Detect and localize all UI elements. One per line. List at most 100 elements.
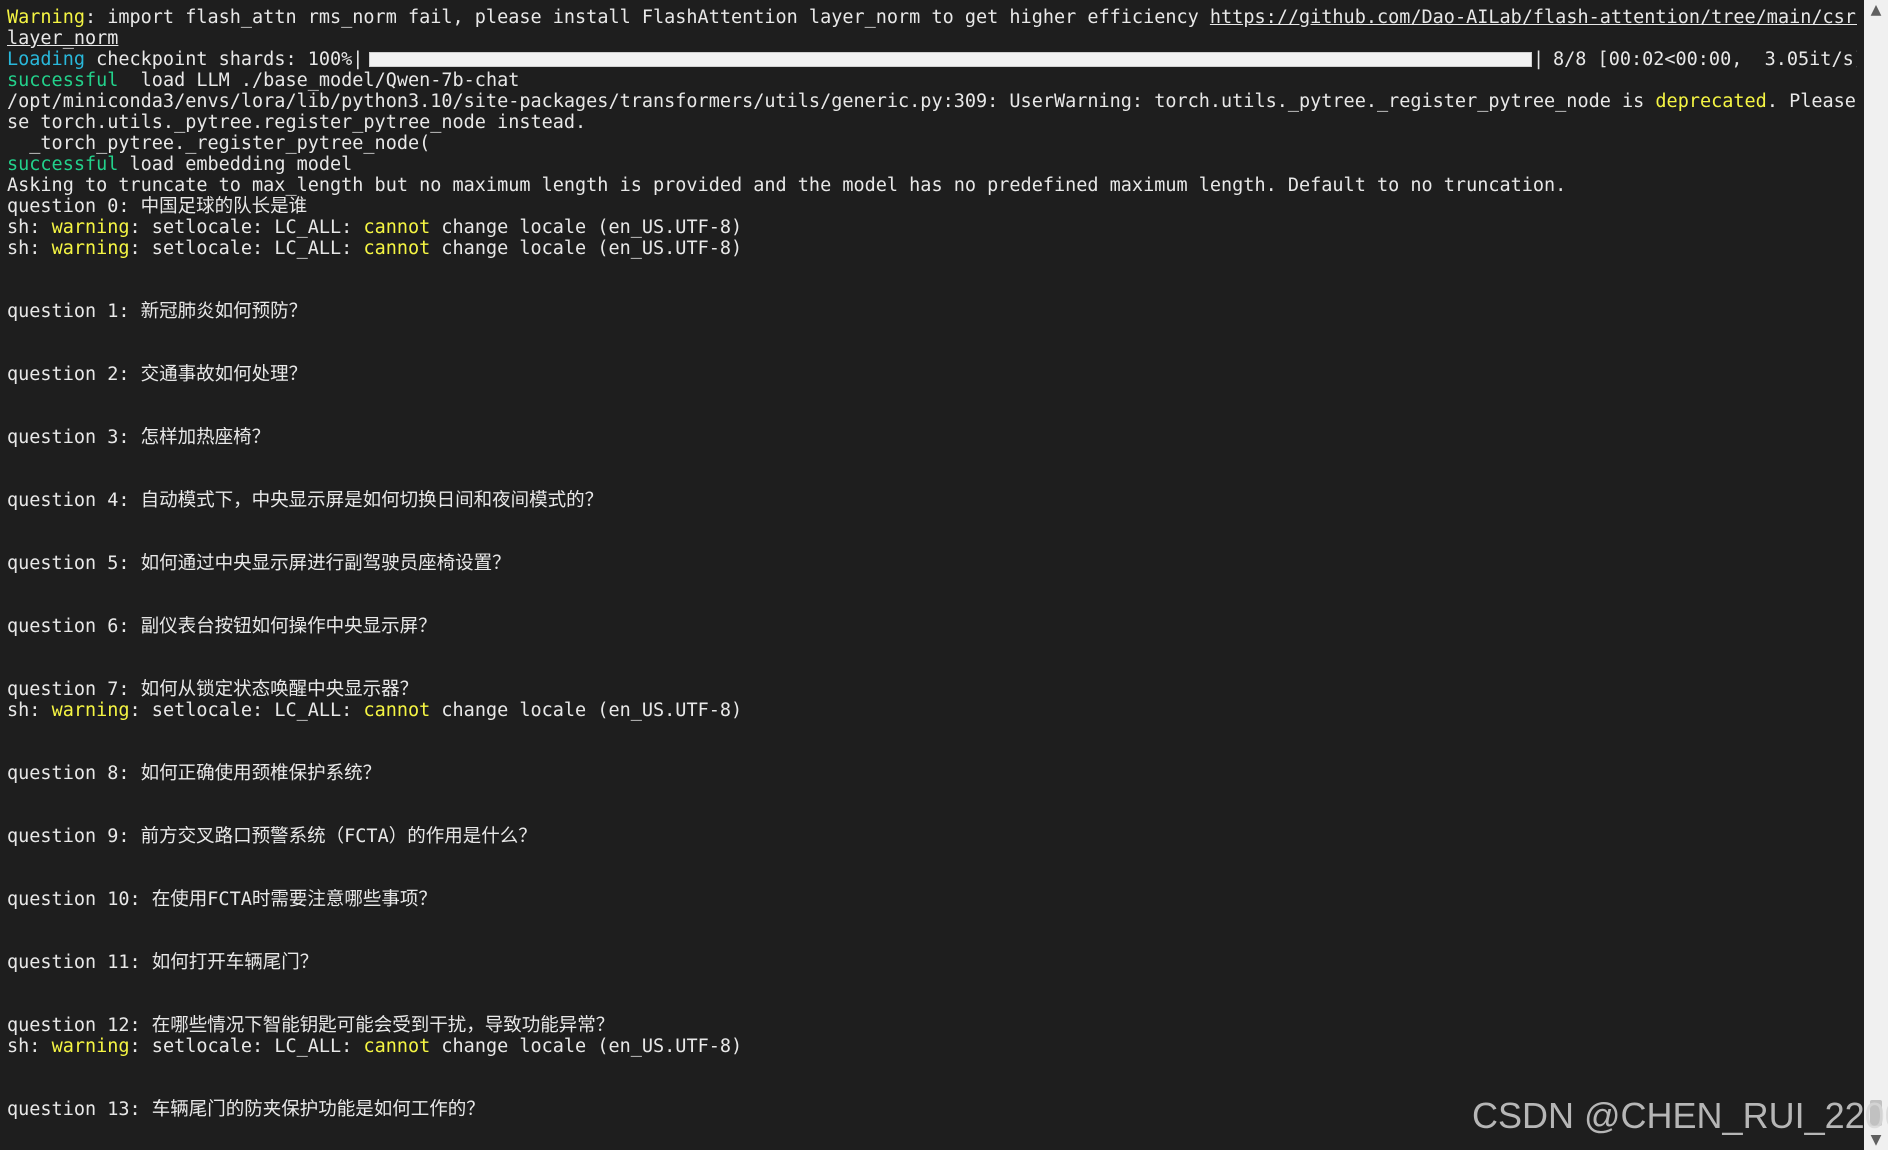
question-line: question 11: 如何打开车辆尾门？ (7, 952, 1857, 973)
load-embedding-text: load embedding model (118, 154, 353, 175)
flash-attention-link-continued-line: layer_norm (7, 28, 1857, 49)
question-text: question 3: 怎样加热座椅？ (7, 427, 271, 448)
locale-warning-line: sh: warning: setlocale: LC_ALL: cannot c… (7, 700, 1857, 721)
locale-suffix: change locale (en_US.UTF-8) (430, 700, 743, 721)
question-text: question 6: 副仪表台按钮如何操作中央显示屏？ (7, 616, 437, 637)
question-text: question 9: 前方交叉路口预警系统（FCTA）的作用是什么？ (7, 826, 537, 847)
userwarning-text: /opt/miniconda3/envs/lora/lib/python3.10… (7, 91, 1656, 112)
loading-label: Loading (7, 49, 85, 70)
truncate-text: Asking to truncate to max_length but no … (7, 175, 1567, 196)
vertical-scrollbar[interactable]: ▲ ▼ (1864, 0, 1888, 1150)
locale-cannot-word: cannot (363, 238, 431, 259)
question-text: question 8: 如何正确使用颈椎保护系统？ (7, 763, 382, 784)
loading-text: checkpoint shards: 100%| (84, 49, 364, 70)
question-text: question 4: 自动模式下，中央显示屏是如何切换日间和夜间模式的？ (7, 490, 604, 511)
locale-warning-word: warning (51, 217, 130, 238)
locale-mid: : setlocale: LC_ALL: (129, 1036, 364, 1057)
locale-suffix: change locale (en_US.UTF-8) (430, 217, 743, 238)
progress-bar-end: | (1533, 49, 1545, 70)
question-line: question 6: 副仪表台按钮如何操作中央显示屏？ (7, 616, 1857, 637)
locale-mid: : setlocale: LC_ALL: (129, 217, 364, 238)
terminal-window[interactable]: Warning: import flash_attn rms_norm fail… (0, 0, 1888, 1150)
success-label: successful (7, 70, 119, 91)
question-text: question 1: 新冠肺炎如何预防？ (7, 301, 308, 322)
success-label: successful (7, 154, 119, 175)
question-text: question 0: 中国足球的队长是谁 (7, 196, 308, 217)
load-embedding-line: successful load embedding model (7, 154, 1857, 175)
locale-cannot-word: cannot (363, 1036, 431, 1057)
locale-cannot-word: cannot (363, 700, 431, 721)
question-line: question 8: 如何正确使用颈椎保护系统？ (7, 763, 1857, 784)
progress-stats: 8/8 [00:02<00:00, 3.05it/s] (1553, 49, 1857, 70)
locale-prefix: sh: (7, 238, 52, 259)
load-llm-line: successful load LLM ./base_model/Qwen-7b… (7, 70, 1857, 91)
question-line: question 2: 交通事故如何处理？ (7, 364, 1857, 385)
terminal-output: Warning: import flash_attn rms_norm fail… (7, 7, 1857, 1120)
question-text: question 13: 车辆尾门的防夹保护功能是如何工作的？ (7, 1099, 485, 1120)
userwarning-line-3: _torch_pytree._register_pytree_node( (7, 133, 1857, 154)
question-text: question 7: 如何从锁定状态唤醒中央显示器？ (7, 679, 419, 700)
question-text: question 11: 如何打开车辆尾门？ (7, 952, 319, 973)
userwarning-text-end: . Please u (1766, 91, 1856, 112)
deprecated-word: deprecated (1655, 91, 1767, 112)
userwarning-text-2: se torch.utils._pytree.register_pytree_n… (7, 112, 587, 133)
warning-label: Warning (7, 7, 85, 28)
locale-prefix: sh: (7, 217, 52, 238)
locale-suffix: change locale (en_US.UTF-8) (430, 238, 743, 259)
locale-prefix: sh: (7, 700, 52, 721)
locale-mid: : setlocale: LC_ALL: (129, 700, 364, 721)
question-line: question 5: 如何通过中央显示屏进行副驾驶员座椅设置？ (7, 553, 1857, 574)
flash-attention-link[interactable]: https://github.com/Dao-AILab/flash-atten… (1210, 7, 1857, 28)
locale-warning-line: sh: warning: setlocale: LC_ALL: cannot c… (7, 217, 1857, 238)
scroll-up-icon[interactable]: ▲ (1864, 0, 1888, 20)
userwarning-line: /opt/miniconda3/envs/lora/lib/python3.10… (7, 91, 1857, 112)
progress-bar-fill (370, 53, 1531, 66)
locale-warning-line: sh: warning: setlocale: LC_ALL: cannot c… (7, 238, 1857, 259)
userwarning-text-3: _torch_pytree._register_pytree_node( (7, 133, 431, 154)
locale-warning-line: sh: warning: setlocale: LC_ALL: cannot c… (7, 1036, 1857, 1057)
locale-cannot-word: cannot (363, 217, 431, 238)
question-text: question 12: 在哪些情况下智能钥匙可能会受到干扰，导致功能异常？ (7, 1015, 615, 1036)
locale-mid: : setlocale: LC_ALL: (129, 238, 364, 259)
question-line: question 12: 在哪些情况下智能钥匙可能会受到干扰，导致功能异常？ (7, 1015, 1857, 1036)
question-line: question 1: 新冠肺炎如何预防？ (7, 301, 1857, 322)
flash-attn-warning-line: Warning: import flash_attn rms_norm fail… (7, 7, 1857, 28)
locale-warning-word: warning (51, 238, 130, 259)
locale-warning-word: warning (51, 1036, 130, 1057)
locale-prefix: sh: (7, 1036, 52, 1057)
question-line: question 4: 自动模式下，中央显示屏是如何切换日间和夜间模式的？ (7, 490, 1857, 511)
question-line: question 7: 如何从锁定状态唤醒中央显示器？ (7, 679, 1857, 700)
question-text: question 10: 在使用FCTA时需要注意哪些事项？ (7, 889, 437, 910)
progress-bar (369, 52, 1532, 67)
question-line: question 10: 在使用FCTA时需要注意哪些事项？ (7, 889, 1857, 910)
loading-progress-line: Loading checkpoint shards: 100%| | 8/8 [00… (7, 49, 1857, 70)
flash-attention-link-continued[interactable]: layer_norm (7, 28, 118, 49)
locale-suffix: change locale (en_US.UTF-8) (430, 1036, 743, 1057)
question-text: question 5: 如何通过中央显示屏进行副驾驶员座椅设置？ (7, 553, 511, 574)
question-line: question 0: 中国足球的队长是谁 (7, 196, 1857, 217)
warning-text: : import flash_attn rms_norm fail, pleas… (84, 7, 1210, 28)
question-line: question 3: 怎样加热座椅？ (7, 427, 1857, 448)
userwarning-line-2: se torch.utils._pytree.register_pytree_n… (7, 112, 1857, 133)
